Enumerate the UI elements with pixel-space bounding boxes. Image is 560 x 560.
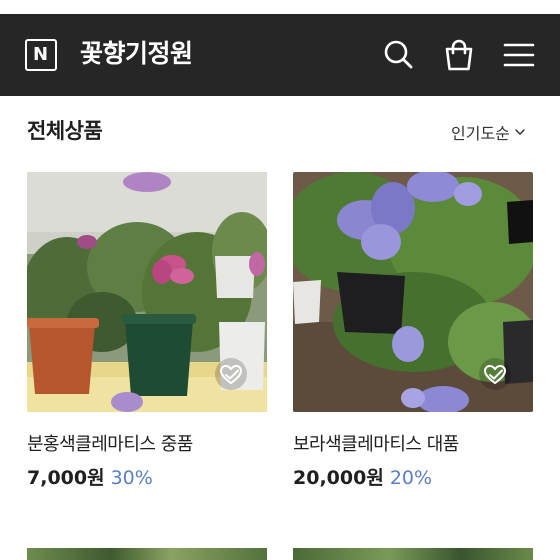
product-image[interactable] xyxy=(27,172,267,412)
sort-dropdown[interactable]: 인기도순 xyxy=(451,120,526,144)
next-product-image[interactable] xyxy=(293,548,533,560)
heart-icon xyxy=(484,365,506,384)
price-row: 20,000원 20% xyxy=(293,463,432,490)
store-logo[interactable]: N xyxy=(25,39,57,71)
product-name[interactable]: 분홍색클레마티스 중품 xyxy=(27,430,193,456)
next-product-image[interactable] xyxy=(27,548,267,560)
wishlist-button[interactable] xyxy=(215,358,247,390)
product-image[interactable] xyxy=(293,172,533,412)
product-card[interactable]: 분홍색클레마티스 중품 7,000원 30% xyxy=(27,172,267,489)
wishlist-button[interactable] xyxy=(479,358,511,390)
product-name[interactable]: 보라색클레마티스 대품 xyxy=(293,430,459,456)
shopping-bag-icon xyxy=(445,39,473,71)
search-icon xyxy=(384,40,413,69)
store-name[interactable]: 꽃향기정원 xyxy=(80,34,193,74)
status-strip xyxy=(0,0,560,14)
product-price: 7,000원 xyxy=(27,467,105,489)
discount-rate: 20% xyxy=(389,467,433,489)
menu-button[interactable] xyxy=(500,36,538,74)
section-title: 전체상품 xyxy=(27,119,103,143)
chevron-down-icon xyxy=(515,129,525,135)
search-button[interactable] xyxy=(380,36,418,74)
discount-rate: 30% xyxy=(110,467,153,489)
heart-icon xyxy=(220,365,242,384)
product-card[interactable]: 보라색클레마티스 대품 20,000원 20% xyxy=(293,172,533,489)
sort-label: 인기도순 xyxy=(451,124,510,143)
logo-letter: N xyxy=(32,44,49,65)
hamburger-menu-icon xyxy=(503,43,535,67)
cart-button[interactable] xyxy=(440,36,478,74)
product-price: 20,000원 xyxy=(293,467,384,489)
price-row: 7,000원 30% xyxy=(27,463,153,490)
top-header: N 꽃향기정원 xyxy=(0,14,560,96)
